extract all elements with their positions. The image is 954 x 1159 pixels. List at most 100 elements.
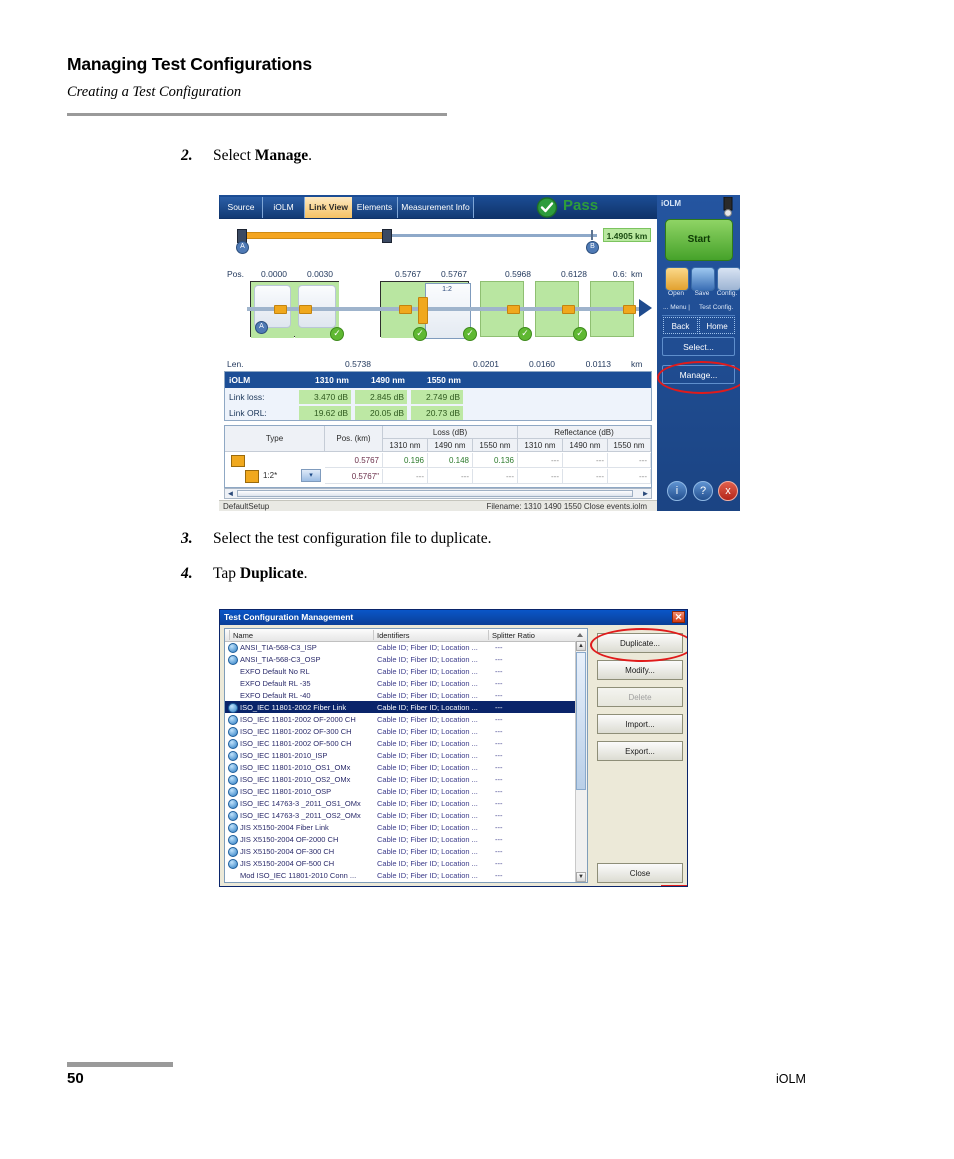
- events-col-pos[interactable]: Pos. (km): [325, 426, 383, 452]
- column-header-name[interactable]: Name: [233, 631, 253, 640]
- home-button[interactable]: Home: [699, 317, 735, 334]
- list-item[interactable]: JIS X5150-2004 OF-500 CH Cable ID; Fiber …: [225, 857, 587, 869]
- help-icon[interactable]: ?: [693, 481, 713, 501]
- list-item[interactable]: JIS X5150-2004 Fiber Link Cable ID; Fiber…: [225, 821, 587, 833]
- pos-value-2: 0.5767: [395, 269, 421, 279]
- configuration-list[interactable]: Name Identifiers Splitter Ratio ANSI_TIA…: [224, 628, 588, 883]
- list-item[interactable]: EXFO Default RL -40 Cable ID; Fiber ID; L…: [225, 689, 587, 701]
- tab-link-view[interactable]: Link View: [305, 197, 352, 218]
- list-item-name: ISO_IEC 14763-3 _2011_OS2_OMx: [240, 811, 361, 820]
- iolm-link-view-screenshot: Source iOLM Link View Elements Measureme…: [219, 195, 740, 511]
- document-header: Managing Test Configurations Creating a …: [67, 54, 887, 101]
- vertical-scrollbar-thumb[interactable]: [576, 652, 586, 790]
- list-item-identifiers: Cable ID; Fiber ID; Location ...: [377, 643, 478, 652]
- config-sphere-icon: [228, 655, 238, 665]
- event-row-2-dropdown[interactable]: ▾: [301, 469, 321, 482]
- tab-elements[interactable]: Elements: [352, 197, 398, 218]
- tab-iolm[interactable]: iOLM: [263, 197, 305, 218]
- list-item-name: EXFO Default RL -40: [240, 691, 311, 700]
- event-row-1-pos: 0.5767: [325, 453, 383, 468]
- list-item[interactable]: EXFO Default RL -35 Cable ID; Fiber ID; L…: [225, 677, 587, 689]
- close-icon[interactable]: x: [718, 481, 738, 501]
- page-number: 50: [67, 1070, 84, 1087]
- config-sphere-icon: [228, 775, 238, 785]
- list-item[interactable]: Mod ISO_IEC 11801-2010 Conn ... Cable ID;…: [225, 869, 587, 881]
- list-item[interactable]: EXFO Default No RL Cable ID; Fiber ID; Lo…: [225, 665, 587, 677]
- list-item-splitter-ratio: ---: [495, 643, 503, 652]
- events-col-reflectance[interactable]: Reflectance (dB): [518, 426, 651, 439]
- scroll-right-arrow-icon[interactable]: [639, 299, 652, 317]
- tab-measurement-info[interactable]: Measurement Info: [398, 197, 474, 218]
- list-item[interactable]: ISO_IEC 11801-2002 OF-500 CH Cable ID; Fi…: [225, 737, 587, 749]
- import-button[interactable]: Import...: [597, 714, 683, 734]
- scroll-up-arrow-icon[interactable]: ▲: [576, 641, 586, 651]
- pos-value-0: 0.0000: [261, 269, 287, 279]
- start-button[interactable]: Start: [665, 219, 733, 261]
- link-orl-1310: 19.62 dB: [299, 406, 351, 420]
- info-icon[interactable]: i: [667, 481, 687, 501]
- config-label: Config.: [716, 290, 738, 297]
- list-item-name: ISO_IEC 11801-2002 Fiber Link: [240, 703, 347, 712]
- close-button[interactable]: Close: [597, 863, 683, 883]
- pos-value-4: 0.5968: [505, 269, 531, 279]
- config-sphere-icon: [228, 787, 238, 797]
- status-bar-setup-name: DefaultSetup: [223, 502, 270, 511]
- list-item[interactable]: ISO_IEC 11801-2002 OF-2000 CH Cable ID; F…: [225, 713, 587, 725]
- status-bar-filename: Filename: 1310 1490 1550 Close events.io…: [486, 502, 647, 511]
- link-marker-a: A: [255, 321, 268, 334]
- list-item-name: ISO_IEC 14763-3 _2011_OS1_OMx: [240, 799, 361, 808]
- list-item[interactable]: ISO_IEC 11801-2010_OSP Cable ID; Fiber ID…: [225, 785, 587, 797]
- pass-check-icon-3: ✓: [463, 327, 477, 341]
- config-icon[interactable]: [717, 267, 740, 291]
- step-2-text: Select Manage.: [213, 147, 312, 165]
- folder-open-icon[interactable]: [665, 267, 689, 291]
- footer-product-name: iOLM: [776, 1072, 806, 1086]
- export-button[interactable]: Export...: [597, 741, 683, 761]
- config-sphere-icon: [228, 715, 238, 725]
- events-col-loss[interactable]: Loss (dB): [383, 426, 518, 439]
- column-header-identifiers[interactable]: Identifiers: [377, 631, 410, 640]
- scroll-right-arrow-icon-2[interactable]: ►: [640, 489, 651, 498]
- floppy-save-icon[interactable]: [691, 267, 715, 291]
- summary-row-link-orl: Link ORL: 19.62 dB 20.05 dB 20.73 dB: [225, 405, 651, 421]
- list-item[interactable]: ANSI_TIA-568-C3_OSP Cable ID; Fiber ID; L…: [225, 653, 587, 665]
- list-vertical-scrollbar[interactable]: ▲ ▼: [575, 641, 587, 882]
- column-header-splitter[interactable]: Splitter Ratio: [492, 631, 535, 640]
- close-icon[interactable]: ✕: [672, 611, 685, 623]
- iolm-side-panel: iOLM Start Open Save Config. ... Menu | …: [657, 195, 740, 511]
- list-item[interactable]: ISO_IEC 11801-2010_ISP Cable ID; Fiber ID…: [225, 749, 587, 761]
- back-button[interactable]: Back: [663, 317, 698, 334]
- footer-divider: [67, 1062, 173, 1067]
- scroll-down-arrow-icon[interactable]: ▼: [576, 872, 586, 882]
- list-item-identifiers: Cable ID; Fiber ID; Location ...: [377, 739, 478, 748]
- tab-source[interactable]: Source: [220, 197, 263, 218]
- events-table: Type Pos. (km) Loss (dB) Reflectance (dB…: [224, 425, 652, 488]
- event-row-1-refl-1490: ---: [563, 453, 608, 468]
- config-sphere-icon: [228, 799, 238, 809]
- device-icon: [723, 197, 733, 217]
- connector-icon-3: [399, 305, 412, 314]
- list-item[interactable]: ANSI_TIA-568-C3_ISP Cable ID; Fiber ID; L…: [225, 641, 587, 653]
- select-button[interactable]: Select...: [662, 337, 735, 356]
- list-item[interactable]: ISO_IEC 11801-2002 Fiber Link Cable ID; F…: [225, 701, 587, 713]
- list-item[interactable]: ISO_IEC 11801-2010_OS1_OMx Cable ID; Fibe…: [225, 761, 587, 773]
- list-item-splitter-ratio: ---: [495, 847, 503, 856]
- list-item-name: ISO_IEC 11801-2002 OF-500 CH: [240, 739, 352, 748]
- connector-icon-1: [274, 305, 287, 314]
- list-item[interactable]: ISO_IEC 14763-3 _2011_OS1_OMx Cable ID; F…: [225, 797, 587, 809]
- scroll-left-arrow-icon[interactable]: ◄: [225, 489, 236, 498]
- list-item[interactable]: ISO_IEC 14763-3 _2011_OS2_OMx Cable ID; F…: [225, 809, 587, 821]
- list-item[interactable]: ISO_IEC 11801-2010_OS2_OMx Cable ID; Fibe…: [225, 773, 587, 785]
- list-item[interactable]: JIS X5150-2004 OF-2000 CH Cable ID; Fiber…: [225, 833, 587, 845]
- list-item-splitter-ratio: ---: [495, 799, 503, 808]
- events-horizontal-scrollbar[interactable]: ◄ ►: [224, 488, 652, 499]
- scrollbar-thumb[interactable]: [237, 490, 633, 497]
- list-item-name: EXFO Default No RL: [240, 667, 310, 676]
- events-col-type[interactable]: Type: [225, 426, 325, 452]
- sort-ascending-icon[interactable]: [577, 633, 583, 637]
- list-item[interactable]: ISO_IEC 11801-2002 OF-300 CH Cable ID; Fi…: [225, 725, 587, 737]
- list-item-identifiers: Cable ID; Fiber ID; Location ...: [377, 703, 478, 712]
- pos-value-3: 0.5767: [441, 269, 467, 279]
- modify-button[interactable]: Modify...: [597, 660, 683, 680]
- list-item[interactable]: JIS X5150-2004 OF-300 CH Cable ID; Fiber …: [225, 845, 587, 857]
